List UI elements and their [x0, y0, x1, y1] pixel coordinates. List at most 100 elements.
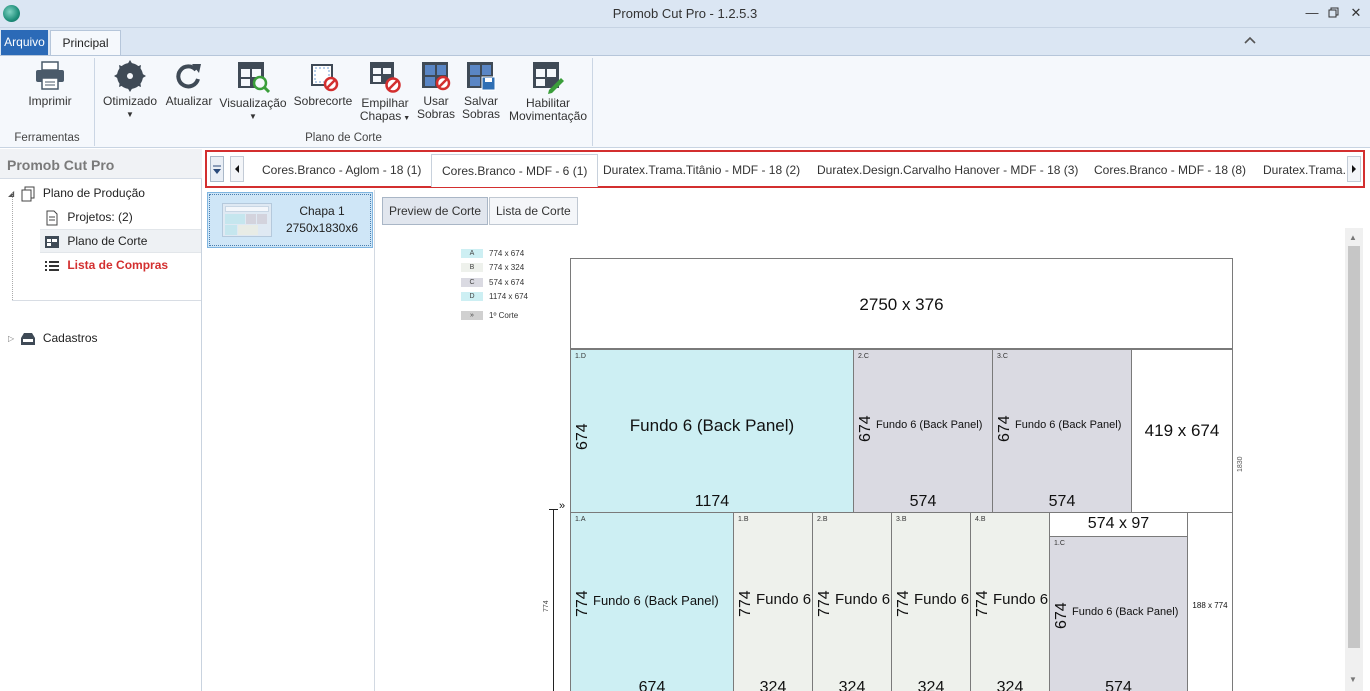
- scroll-up-icon[interactable]: ▲: [1349, 233, 1357, 242]
- tab-arquivo[interactable]: Arquivo: [1, 30, 48, 55]
- material-tab[interactable]: Duratex.Trama.Titânio - MDF - 18 (2): [593, 154, 810, 187]
- sheet-name: Chapa 1: [299, 204, 345, 218]
- imprimir-label: Imprimir: [28, 94, 72, 108]
- material-tab-active[interactable]: Cores.Branco - MDF - 6 (1): [431, 154, 599, 187]
- cut-piece[interactable]: 3.C Fundo 6 (Back Panel) 674 574: [992, 349, 1132, 513]
- atualizar-label: Atualizar: [165, 94, 213, 108]
- cut-piece[interactable]: 3.B Fundo 6 774 324: [891, 512, 971, 691]
- cut-piece[interactable]: 1.B Fundo 6 774 324: [733, 512, 813, 691]
- legend-row: A 774 x 674: [461, 249, 524, 259]
- material-tab[interactable]: Duratex.Design.Carvalho Hanover - MDF - …: [807, 154, 1088, 187]
- scrap-piece[interactable]: 188 x 774: [1187, 512, 1233, 691]
- piece-name: Fundo 6: [756, 591, 812, 608]
- refresh-icon: [176, 64, 201, 89]
- restore-icon[interactable]: [1324, 4, 1344, 22]
- tab-principal[interactable]: Principal: [50, 30, 121, 56]
- scrap-label: 574 x 97: [1087, 515, 1150, 532]
- legend-label: 774 x 324: [489, 263, 525, 272]
- navigation-header: Promob Cut Pro: [0, 149, 202, 179]
- scroll-down-icon[interactable]: ▼: [1349, 675, 1357, 684]
- visualizacao-button[interactable]: Visualização ▼: [219, 60, 287, 123]
- material-tab[interactable]: Cores.Branco - MDF - 18 (8): [1084, 154, 1256, 187]
- piece-name: Fundo 6: [993, 591, 1049, 608]
- empilhar-label-2: Chapas: [359, 109, 402, 123]
- tree-collapsed-icon[interactable]: ▷: [8, 328, 14, 350]
- vertical-scrollbar[interactable]: ▲ ▼: [1345, 228, 1363, 691]
- tree-item-lista-compras[interactable]: Lista de Compras: [44, 254, 168, 276]
- group-label-ferramentas: Ferramentas: [14, 132, 80, 144]
- dropdown-icon: [213, 165, 221, 174]
- piece-width: 324: [917, 679, 945, 691]
- habilitar-movimentacao-button[interactable]: Habilitar Movimentação: [506, 60, 590, 123]
- piece-name: Fundo 6 (Back Panel): [629, 416, 795, 435]
- tree-item-plano-corte[interactable]: Plano de Corte: [44, 230, 147, 252]
- printer-icon: [36, 61, 64, 90]
- salvar-sobras-button[interactable]: Salvar Sobras: [461, 60, 501, 121]
- empilhar-chapas-button[interactable]: Empilhar Chapas ▼: [358, 60, 412, 125]
- sheet-dimensions: 2750x1830x6: [285, 221, 359, 235]
- scrap-piece[interactable]: 419 x 674: [1131, 349, 1233, 513]
- preview-de-corte-button[interactable]: Preview de Corte: [382, 197, 489, 225]
- view-grid-magnifier-icon: [238, 62, 270, 94]
- scrap-label: 188 x 774: [1192, 601, 1228, 610]
- cut-plan-icon: [45, 235, 59, 248]
- legend-swatch: C: [461, 278, 483, 287]
- piece-width: 674: [638, 679, 666, 691]
- otimizado-button[interactable]: Otimizado ▼: [100, 60, 160, 121]
- salvar-label-2: Sobras: [461, 107, 501, 121]
- minimize-icon[interactable]: —: [1302, 4, 1322, 22]
- piece-width: 574: [1048, 493, 1076, 510]
- piece-id: 2.C: [858, 353, 869, 360]
- otimizado-label: Otimizado: [102, 94, 158, 108]
- tree-item-projetos[interactable]: Projetos: (2): [44, 206, 133, 228]
- stack-sheets-icon: [370, 62, 401, 93]
- piece-height: 774: [574, 590, 591, 617]
- legend-swatch: D: [461, 292, 483, 301]
- piece-height: 774: [974, 590, 991, 617]
- cut-piece[interactable]: 4.B Fundo 6 774 324: [970, 512, 1050, 691]
- imprimir-button[interactable]: Imprimir: [22, 60, 78, 108]
- cut-piece[interactable]: 1.A Fundo 6 (Back Panel) 774 674: [570, 512, 734, 691]
- cut-piece[interactable]: 1.D Fundo 6 (Back Panel) 674 1174: [570, 349, 854, 513]
- scrap-piece[interactable]: 574 x 97: [1049, 512, 1188, 537]
- chevron-up-icon[interactable]: [1240, 33, 1260, 47]
- lista-de-corte-button[interactable]: Lista de Corte: [489, 197, 578, 225]
- piece-id: 1.D: [575, 353, 586, 360]
- legend-row: B 774 x 324: [461, 263, 524, 273]
- piece-id: 2.B: [817, 516, 828, 523]
- document-icon: [46, 210, 58, 226]
- cut-piece[interactable]: 2.B Fundo 6 774 324: [812, 512, 892, 691]
- tab-list-menu-button[interactable]: [210, 156, 224, 182]
- window-title: Promob Cut Pro - 1.2.5.3: [612, 6, 758, 21]
- legend-swatch: B: [461, 263, 483, 272]
- piece-id: 1.B: [738, 516, 749, 523]
- tree-label-plano-corte: Plano de Corte: [67, 234, 148, 248]
- material-tab[interactable]: Cores.Branco - Aglom - 18 (1): [252, 154, 431, 187]
- atualizar-button[interactable]: Atualizar: [163, 60, 215, 108]
- cut-piece[interactable]: 1.C Fundo 6 (Back Panel) 674 574: [1049, 536, 1188, 691]
- cut-piece[interactable]: 2.C Fundo 6 (Back Panel) 674 574: [853, 349, 993, 513]
- scrap-piece[interactable]: 2750 x 376: [570, 258, 1233, 349]
- close-icon[interactable]: ✕: [1346, 4, 1366, 22]
- dropdown-arrow-icon: ▼: [126, 110, 134, 119]
- ribbon: Imprimir Ferramentas Otimizado ▼ Atualiz…: [0, 55, 1370, 148]
- tree-item-cadastros[interactable]: ▷ Cadastros: [8, 327, 98, 349]
- strip-height-label: 774: [543, 600, 550, 612]
- scrap-label: 419 x 674: [1144, 421, 1220, 440]
- legend-row: D 1174 x 674: [461, 292, 528, 302]
- piece-width: 574: [909, 493, 937, 510]
- piece-name: Fundo 6: [835, 591, 891, 608]
- sobrecorte-button[interactable]: Sobrecorte: [291, 60, 355, 108]
- material-tab-strip: Cores.Branco - Aglom - 18 (1) Cores.Bran…: [205, 150, 1365, 188]
- material-tab[interactable]: Duratex.Trama.T: [1253, 154, 1345, 187]
- tab-scroll-left-button[interactable]: [230, 156, 244, 182]
- tree-item-plano-producao[interactable]: ◢ Plano de Produção: [8, 182, 145, 204]
- usar-sobras-button[interactable]: Usar Sobras: [416, 60, 456, 121]
- tab-scroll-right-button[interactable]: [1347, 156, 1361, 182]
- piece-id: 1.A: [575, 516, 586, 523]
- sheet-card[interactable]: Chapa 1 2750x1830x6: [207, 192, 373, 248]
- title-bar: Promob Cut Pro - 1.2.5.3 — ✕: [0, 0, 1370, 28]
- scrollbar-thumb[interactable]: [1348, 246, 1360, 648]
- ribbon-tab-row: Arquivo Principal: [0, 28, 1370, 56]
- first-cut-marker: »: [559, 500, 566, 512]
